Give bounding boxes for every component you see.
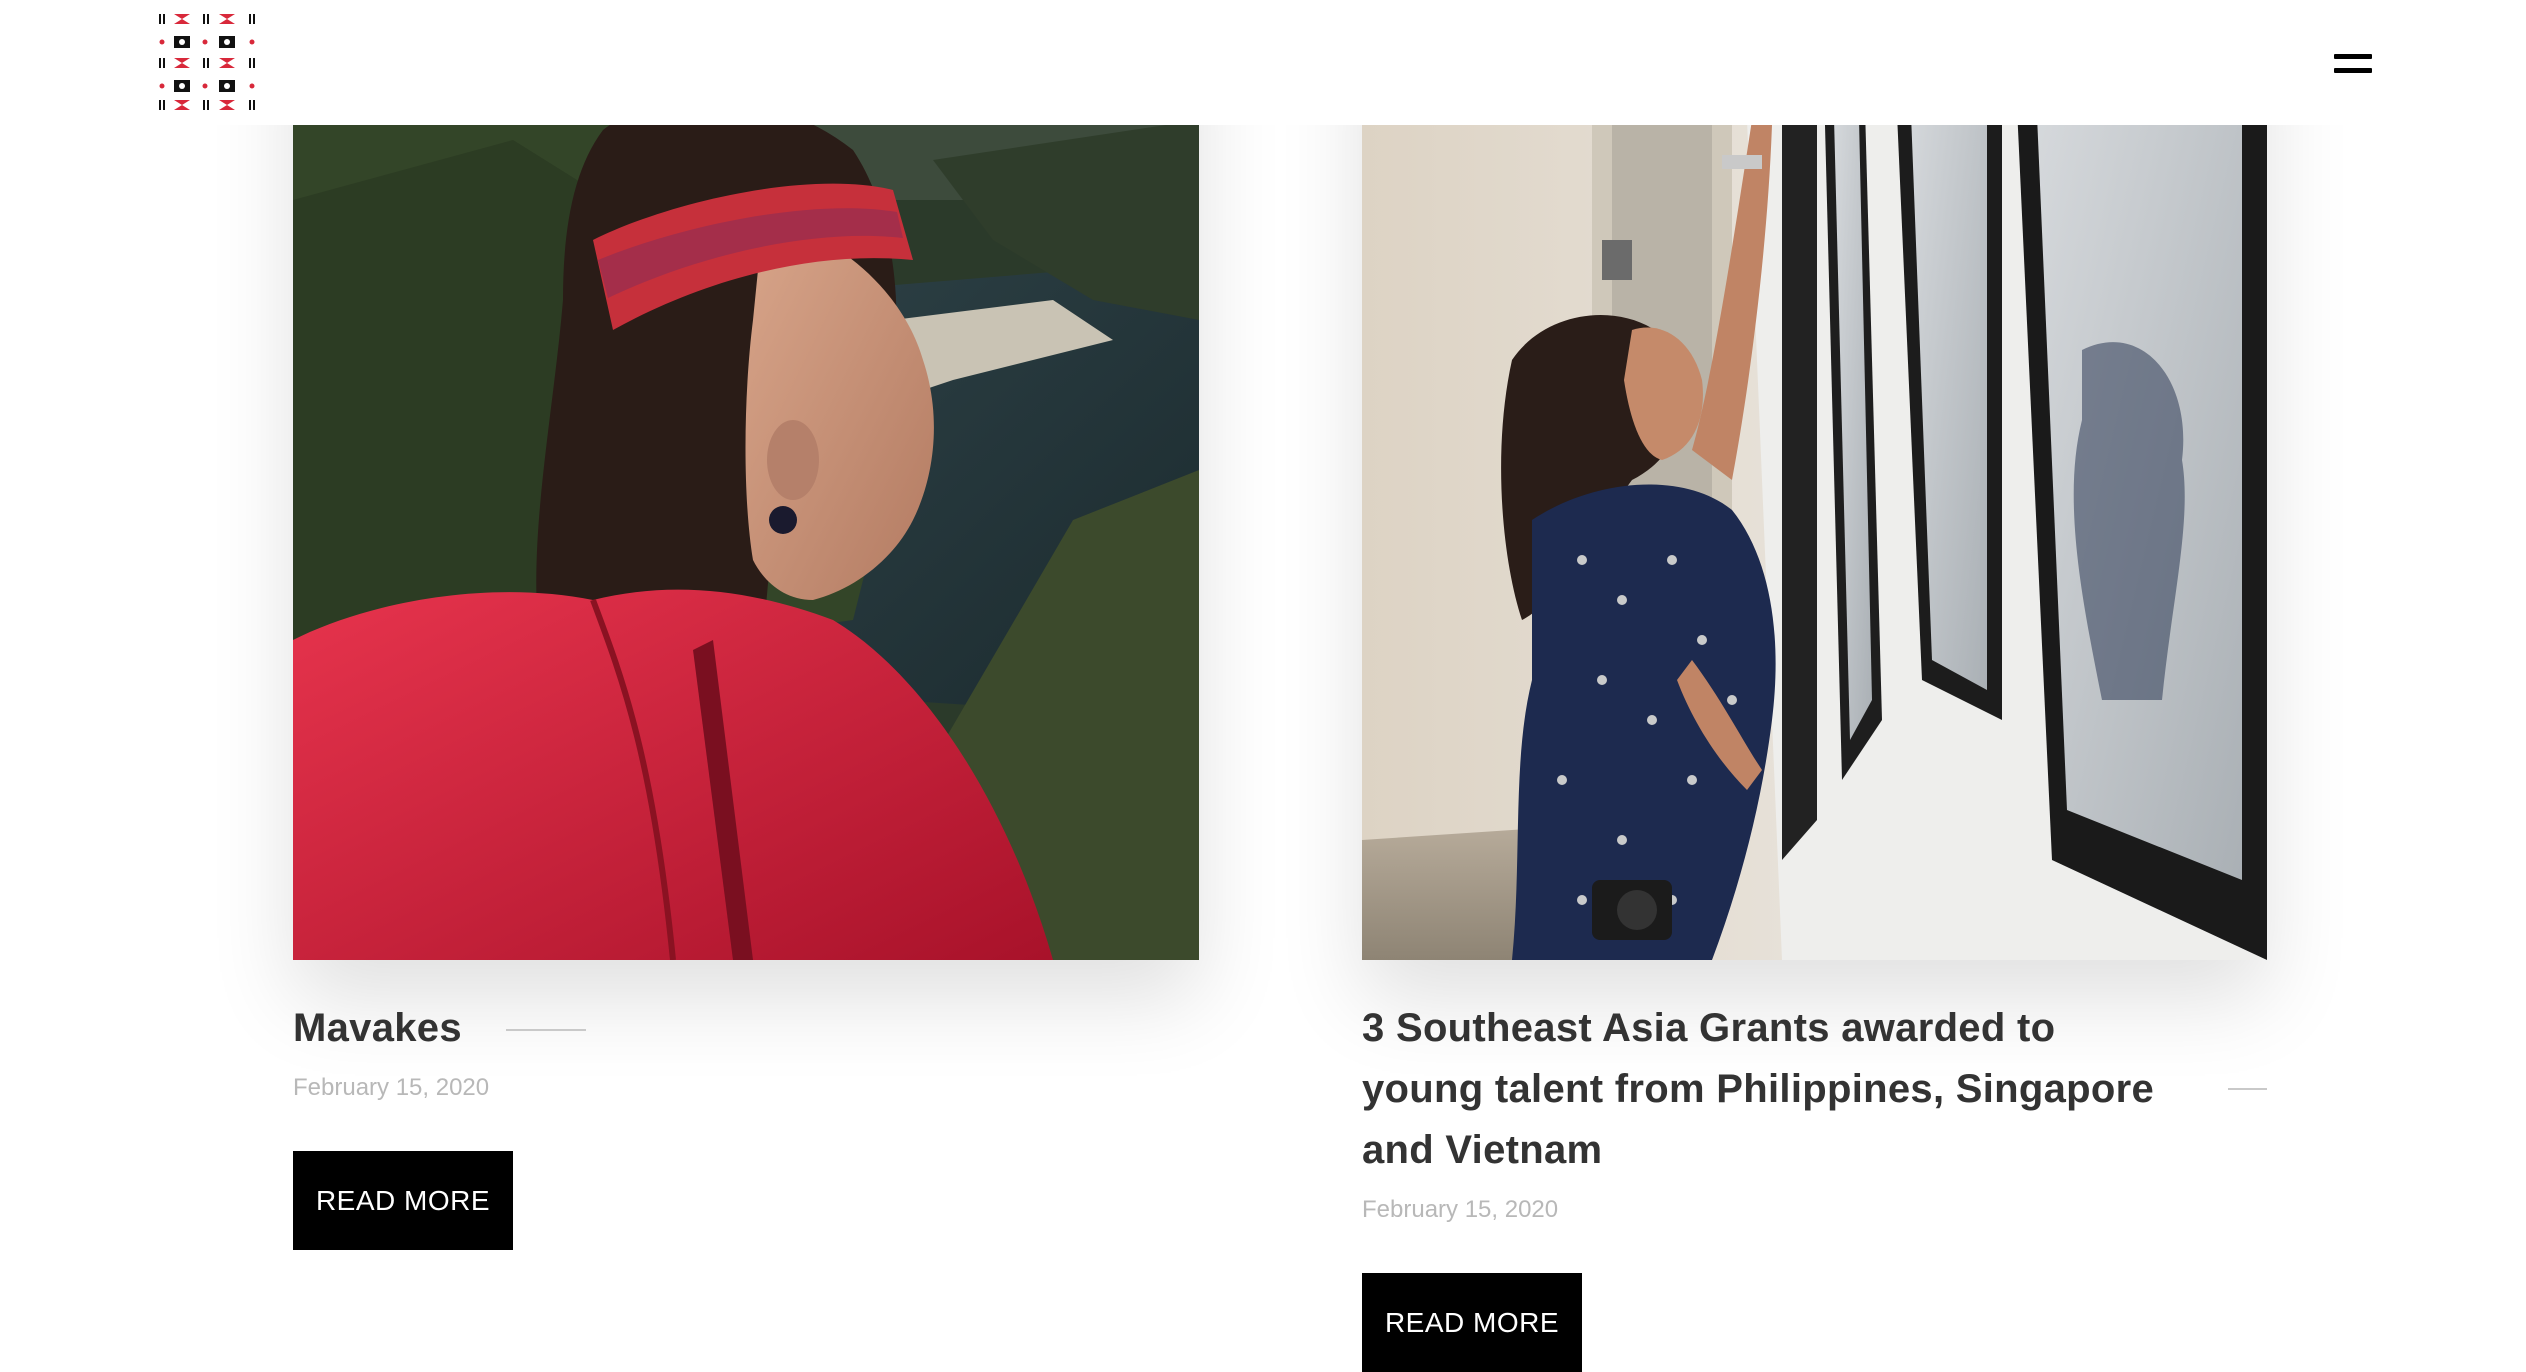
site-header: [0, 0, 2526, 125]
post-title[interactable]: Mavakes: [293, 998, 462, 1059]
read-more-button[interactable]: READ MORE: [1362, 1273, 1582, 1372]
menu-button[interactable]: [2322, 48, 2384, 82]
post-date: February 15, 2020: [293, 1074, 490, 1101]
title-divider: [506, 1029, 586, 1031]
hamburger-menu-icon: [2334, 54, 2372, 59]
post-title-row: 3 Southeast Asia Grants awarded to young…: [1362, 998, 2267, 1181]
post-image[interactable]: [1362, 0, 2267, 960]
hamburger-menu-icon-bar: [2334, 68, 2372, 73]
post-image[interactable]: [293, 0, 1199, 960]
post-title[interactable]: 3 Southeast Asia Grants awarded to young…: [1362, 998, 2182, 1181]
portrait-coastal-cliffs-image: [293, 0, 1199, 960]
site-logo[interactable]: [157, 10, 260, 113]
woven-pattern-logo-icon: [159, 14, 255, 110]
title-divider: [2228, 1088, 2267, 1090]
post-title-row: Mavakes: [293, 998, 586, 1059]
post-date: February 15, 2020: [1362, 1196, 1559, 1223]
gallery-photographs-image: [1362, 0, 2267, 960]
read-more-button[interactable]: READ MORE: [293, 1151, 513, 1250]
